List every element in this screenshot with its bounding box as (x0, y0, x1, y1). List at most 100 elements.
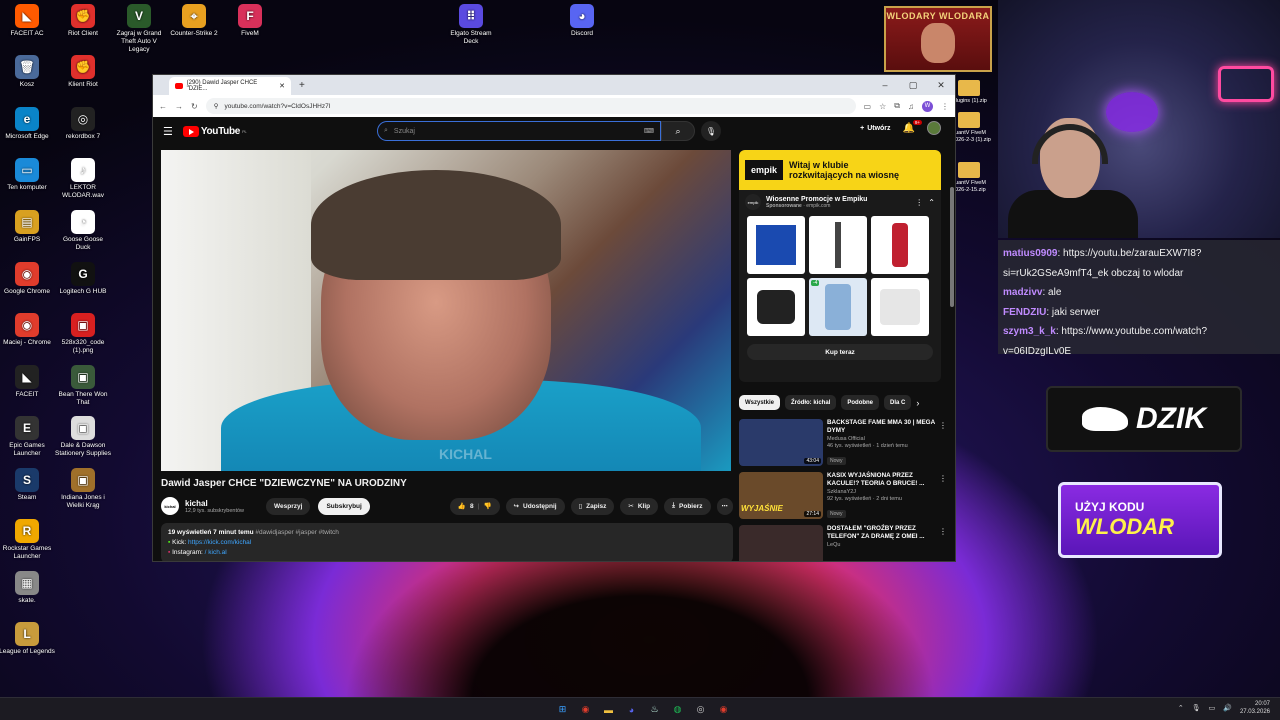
voice-search-button[interactable]: 🎙 (701, 121, 721, 141)
steam-taskbar-icon[interactable]: ♨ (646, 701, 663, 718)
channel-name[interactable]: kichal (185, 499, 244, 508)
more-options-icon[interactable]: ⋮ (939, 474, 947, 483)
sponsored-ad[interactable]: empik Witaj w klubie rozkwitających na w… (739, 150, 941, 382)
desktop-icon[interactable]: ✊ Klient Riot (55, 55, 111, 89)
create-button[interactable]: + Utwórz (860, 125, 890, 132)
tray-chevron-icon[interactable]: ⌃ (1178, 704, 1184, 712)
ad-product-socks[interactable] (871, 278, 929, 336)
desktop-icon[interactable]: ◉ Google Chrome (0, 262, 55, 296)
desktop-file[interactable]: quantV FiveM 2026-2-15.zip (952, 162, 998, 194)
ad-product-phone[interactable]: -4 (809, 278, 867, 336)
desktop-icon[interactable]: ▣ Bean There Won That (55, 365, 111, 407)
desktop-icon[interactable]: ▣ Indiana Jones i Wielki Krąg (55, 468, 111, 510)
recommended-video[interactable]: 43:04 BACKSTAGE FAME MMA 30 | MEGA DYMY Me… (739, 419, 949, 469)
desktop-icon[interactable]: ◎ rekordbox 7 (55, 107, 111, 141)
search-button[interactable]: ⌕ (661, 121, 695, 141)
filter-chip[interactable]: Podobne (841, 395, 880, 410)
kick-link[interactable]: https://kick.com/kichal (188, 539, 251, 546)
hashtags[interactable]: #dawidjasper #jasper #twitch (255, 529, 338, 536)
more-options-icon[interactable]: ⋮ (939, 527, 947, 536)
chrome2-taskbar-icon[interactable]: ◉ (715, 701, 732, 718)
keyboard-icon[interactable]: ⌨ (644, 127, 654, 135)
channel-avatar[interactable]: kichal (161, 497, 179, 515)
desktop-file[interactable]: Plugins (1).zip (952, 80, 998, 105)
desktop-icon[interactable]: ▦ skate. (0, 571, 55, 605)
desktop-icon[interactable]: ◣ FACEIT AC (0, 4, 55, 38)
video-thumbnail[interactable]: WYJAŚNIE 27:14 (739, 472, 823, 519)
more-actions-button[interactable]: ⋯ (716, 497, 733, 515)
file-explorer-icon[interactable]: ▬ (600, 701, 617, 718)
reload-icon[interactable]: ↻ (191, 102, 198, 111)
ad-product-soda-maker[interactable] (871, 216, 929, 274)
volume-icon[interactable]: 🔊 (1223, 704, 1232, 712)
desktop-icon[interactable]: ◉ Maciej - Chrome (0, 313, 55, 347)
subscribe-button[interactable]: Subskrybuj (318, 497, 370, 515)
desktop-icon[interactable]: ▣ Dale & Dawson Stationery Supplies (55, 416, 111, 458)
spotify-taskbar-icon[interactable]: ◍ (669, 701, 686, 718)
notifications-button[interactable]: 🔔 9+ (903, 119, 922, 134)
forward-icon[interactable]: → (175, 102, 183, 111)
clip-button[interactable]: ✂ Klip (620, 497, 659, 515)
close-tab-icon[interactable]: ✕ (279, 82, 285, 90)
media-icon[interactable]: ♫ (908, 102, 914, 111)
desktop-icon[interactable]: 🗑 Kosz (0, 55, 55, 89)
page-scrollbar[interactable] (950, 187, 954, 307)
more-options-icon[interactable]: ⋮ (939, 421, 947, 430)
thumbs-down-icon[interactable]: 👎 (483, 502, 491, 510)
collapse-chevron-icon[interactable]: ⌃ (928, 198, 935, 207)
desktop-icon[interactable]: ✊ Riot Client (55, 4, 111, 38)
chrome-taskbar-icon[interactable]: ◉ (577, 701, 594, 718)
obs-taskbar-icon[interactable]: ◎ (692, 701, 709, 718)
desktop-icon[interactable]: L League of Legends (0, 622, 55, 656)
desktop-icon[interactable]: ♪ LEKTOR WLODAR.wav (55, 158, 111, 200)
bookmark-star-icon[interactable]: ☆ (879, 102, 886, 111)
filter-chip[interactable]: Źródło: kichal (785, 395, 837, 410)
desktop-icon[interactable]: S Steam (0, 468, 55, 502)
instagram-link[interactable]: / kich.al (205, 549, 227, 556)
recommended-title[interactable]: DOSTAŁEM "GROŹBY PRZEZ TELEFON" ZA DRAMĘ… (827, 525, 935, 541)
share-button[interactable]: ↪ Udostępnij (505, 497, 565, 515)
desktop-icon[interactable]: F FiveM (222, 4, 278, 38)
save-button[interactable]: ▯ Zapisz (570, 497, 615, 515)
tab-youtube[interactable]: (290) Dawid Jasper CHCE "DZIE... ✕ (169, 77, 291, 95)
start-menu-icon[interactable]: ⊞ (554, 701, 571, 718)
search-input[interactable]: ⌕ Szukaj ⌨ (377, 121, 661, 141)
desktop-icon[interactable]: ▭ Ten komputer (0, 158, 55, 192)
desktop-icon[interactable]: ◔ Goose Goose Duck (55, 210, 111, 252)
ad-cta-button[interactable]: Kup teraz (747, 344, 933, 360)
network-icon[interactable]: ▭ (1209, 704, 1216, 712)
site-info-icon[interactable]: ⚲ (214, 102, 219, 110)
desktop-icon[interactable]: ▤ GainFPS (0, 210, 55, 244)
ad-banner[interactable]: empik Witaj w klubie rozkwitających na w… (739, 150, 941, 190)
recommended-channel[interactable]: LeQu (827, 542, 935, 548)
maximize-button[interactable]: ▢ (899, 75, 927, 95)
clock[interactable]: 20:07 27.03.2026 (1240, 700, 1270, 716)
ad-product-rollerblades[interactable] (747, 278, 805, 336)
microphone-tray-icon[interactable]: 🎙 (1192, 704, 1201, 712)
filter-chip[interactable]: Dla C (884, 395, 912, 410)
chevron-right-icon[interactable]: › (916, 398, 919, 408)
profile-avatar[interactable]: W (922, 100, 933, 112)
extensions-icon[interactable]: ⧉ (894, 101, 900, 111)
close-window-button[interactable]: ✕ (927, 75, 955, 95)
back-icon[interactable]: ← (159, 102, 167, 111)
video-thumbnail[interactable] (739, 525, 823, 561)
recommended-channel[interactable]: SzklanaY2J (827, 489, 935, 495)
like-button[interactable]: 👍 8 | 👎 (449, 497, 500, 515)
account-avatar[interactable] (927, 121, 941, 135)
menu-dots-icon[interactable]: ⋮ (941, 102, 949, 111)
ad-product-vacuum[interactable] (809, 216, 867, 274)
desktop-icon[interactable]: ▣ 528x320_code (1).png (55, 313, 111, 355)
support-button[interactable]: Wesprzyj (266, 497, 311, 515)
desktop-icon[interactable]: ⠿ Elgato Stream Deck (443, 4, 499, 46)
new-tab-button[interactable]: + (299, 80, 305, 91)
recommended-title[interactable]: BACKSTAGE FAME MMA 30 | MEGA DYMY (827, 419, 935, 435)
desktop-icon[interactable]: ⌖ Counter-Strike 2 (166, 4, 222, 38)
youtube-logo[interactable]: YouTube PL (182, 125, 247, 137)
desktop-file[interactable]: quantV FiveM 2026-2-3 (1).zip (952, 112, 998, 144)
discord-taskbar-icon[interactable]: ◕ (623, 701, 640, 718)
recommended-title[interactable]: KASIX WYJAŚNIONA PRZEZ KACULE!? TEORIA O… (827, 472, 935, 488)
download-button[interactable]: ⤓ Pobierz (664, 497, 711, 515)
desktop-icon[interactable]: E Epic Games Launcher (0, 416, 55, 458)
desktop-icon[interactable]: R Rockstar Games Launcher (0, 519, 55, 561)
